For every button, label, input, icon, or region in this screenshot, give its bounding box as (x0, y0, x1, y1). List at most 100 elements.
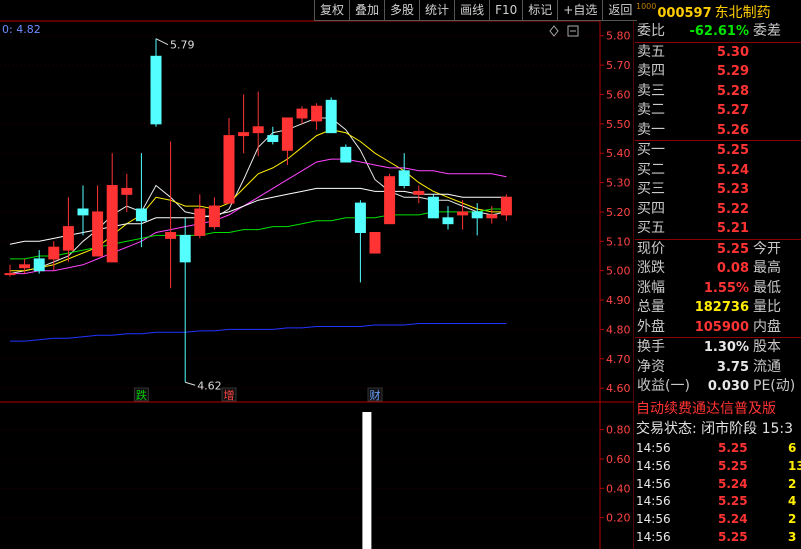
tick-time: 14:56 (636, 458, 671, 473)
stat-value: 1.55% (703, 280, 749, 296)
candle[interactable] (267, 126, 279, 145)
stat-label: 外盘 (637, 318, 665, 335)
ma-line (10, 323, 507, 342)
ask-label: 卖四 (637, 63, 665, 79)
candle[interactable] (398, 153, 410, 189)
candle[interactable] (281, 117, 293, 165)
bid-row[interactable]: 买一 5.25 (635, 141, 801, 161)
tick-row: 14:56 5.25 6 (636, 440, 801, 458)
kline-chart[interactable]: 5.80 5.70 5.60 5.50 5.40 5.30 5.20 5.10 5.00 4.90… (0, 0, 634, 549)
price-tick: 5.40 (606, 147, 631, 160)
event-tag[interactable]: 增 (221, 387, 237, 402)
candle[interactable] (427, 194, 439, 219)
candle[interactable] (223, 117, 235, 204)
candle[interactable] (252, 91, 264, 157)
candle[interactable] (33, 250, 45, 274)
stat-label-2: 最低 (753, 279, 781, 296)
notice-banner[interactable]: 自动续费通达信普及版 (636, 399, 801, 419)
candle[interactable] (311, 103, 323, 130)
svg-text:跌: 跌 (136, 388, 147, 402)
tick-time: 14:56 (636, 512, 671, 527)
diamond-icon[interactable] (549, 25, 559, 37)
price-tick: 5.60 (606, 88, 631, 101)
bid-row[interactable]: 买二 5.24 (635, 161, 801, 181)
price-axis: 5.80 5.70 5.60 5.50 5.40 5.30 5.20 5.10 5.00 4.90… (600, 30, 631, 395)
bid-row[interactable]: 买三 5.23 (635, 180, 801, 200)
ask-row[interactable]: 卖四 5.29 (635, 62, 801, 82)
candle[interactable] (165, 141, 177, 289)
candle-body (48, 246, 60, 260)
candles[interactable] (4, 38, 512, 383)
draw-line-button[interactable]: 画线 (454, 0, 490, 21)
event-tag[interactable]: 跌 (133, 387, 149, 402)
candle[interactable] (92, 185, 104, 257)
tick-price: 5.25 (718, 458, 748, 473)
overlay-button[interactable]: 叠加 (349, 0, 385, 21)
f10-button[interactable]: F10 (489, 0, 523, 21)
bid-label: 买一 (637, 142, 665, 158)
candle[interactable] (442, 206, 454, 230)
add-watchlist-button[interactable]: +自选 (557, 0, 603, 21)
candle[interactable] (135, 153, 147, 248)
multi-stock-button[interactable]: 多股 (384, 0, 420, 21)
candle[interactable] (384, 173, 396, 225)
candle[interactable] (48, 241, 60, 271)
ask-price: 5.28 (716, 83, 749, 99)
price-tick: 5.50 (606, 118, 631, 131)
bid-row[interactable]: 买五 5.21 (635, 219, 801, 239)
candle[interactable] (194, 194, 206, 239)
ask-row[interactable]: 卖五 5.30 (635, 43, 801, 63)
candle[interactable] (106, 153, 118, 263)
stat-row: 收益(一) 0.030 PE(动) (635, 377, 801, 397)
candle[interactable] (413, 185, 425, 204)
stat-row: 净资 3.75 流通 (635, 358, 801, 378)
candle[interactable] (325, 97, 337, 134)
ask-row[interactable]: 卖二 5.27 (635, 101, 801, 121)
ask-price: 5.26 (716, 122, 749, 138)
candle-body (77, 208, 89, 216)
mark-button[interactable]: 标记 (522, 0, 558, 21)
tick-volume: 3 (788, 529, 797, 544)
candle[interactable] (340, 144, 352, 163)
price-tick: 4.60 (606, 382, 631, 395)
bid-price: 5.22 (716, 201, 749, 217)
event-tag[interactable]: 财 (367, 387, 383, 402)
window-toggle-icon[interactable] (567, 25, 579, 37)
stat-label: 涨跌 (637, 260, 665, 276)
stat-value: 5.25 (716, 241, 749, 257)
stat-value: 1.30% (703, 340, 749, 355)
bid-row[interactable]: 买四 5.22 (635, 200, 801, 220)
low-marker: 4.62 (197, 379, 222, 392)
candle[interactable] (369, 231, 381, 254)
candle-body (179, 234, 191, 263)
candle-body (281, 117, 293, 151)
candle[interactable] (121, 173, 133, 212)
candle[interactable] (296, 106, 308, 124)
candle[interactable] (150, 38, 162, 127)
ask-row[interactable]: 卖三 5.28 (635, 82, 801, 102)
stat-row: 涨跌 0.08 最高 (635, 259, 801, 279)
stat-label: 换手 (637, 339, 665, 355)
ask-row[interactable]: 卖一 5.26 (635, 121, 801, 141)
stock-header: 1000000597 东北制药 (636, 2, 801, 22)
tick-price: 5.25 (718, 441, 748, 455)
stat-row: 外盘 105900 内盘 (635, 318, 801, 338)
candle-body (92, 211, 104, 257)
candle-body (398, 170, 410, 187)
candle[interactable] (500, 194, 512, 221)
back-button[interactable]: 返回 (602, 0, 638, 21)
candle[interactable] (77, 185, 89, 236)
stat-label: 涨幅 (637, 279, 665, 296)
price-tick: 5.70 (606, 59, 631, 72)
sub-bar (362, 412, 372, 549)
candle-body (354, 202, 366, 233)
tick-price: 5.24 (718, 512, 748, 527)
candle[interactable] (208, 197, 220, 230)
sub-tick: 0.20 (606, 512, 631, 525)
tick-time: 14:56 (636, 476, 671, 491)
bid-price: 5.24 (716, 162, 749, 178)
candle-body (62, 226, 74, 251)
restore-rights-button[interactable]: 复权 (314, 0, 350, 21)
statistics-button[interactable]: 统计 (419, 0, 455, 21)
candle-body (413, 190, 425, 195)
